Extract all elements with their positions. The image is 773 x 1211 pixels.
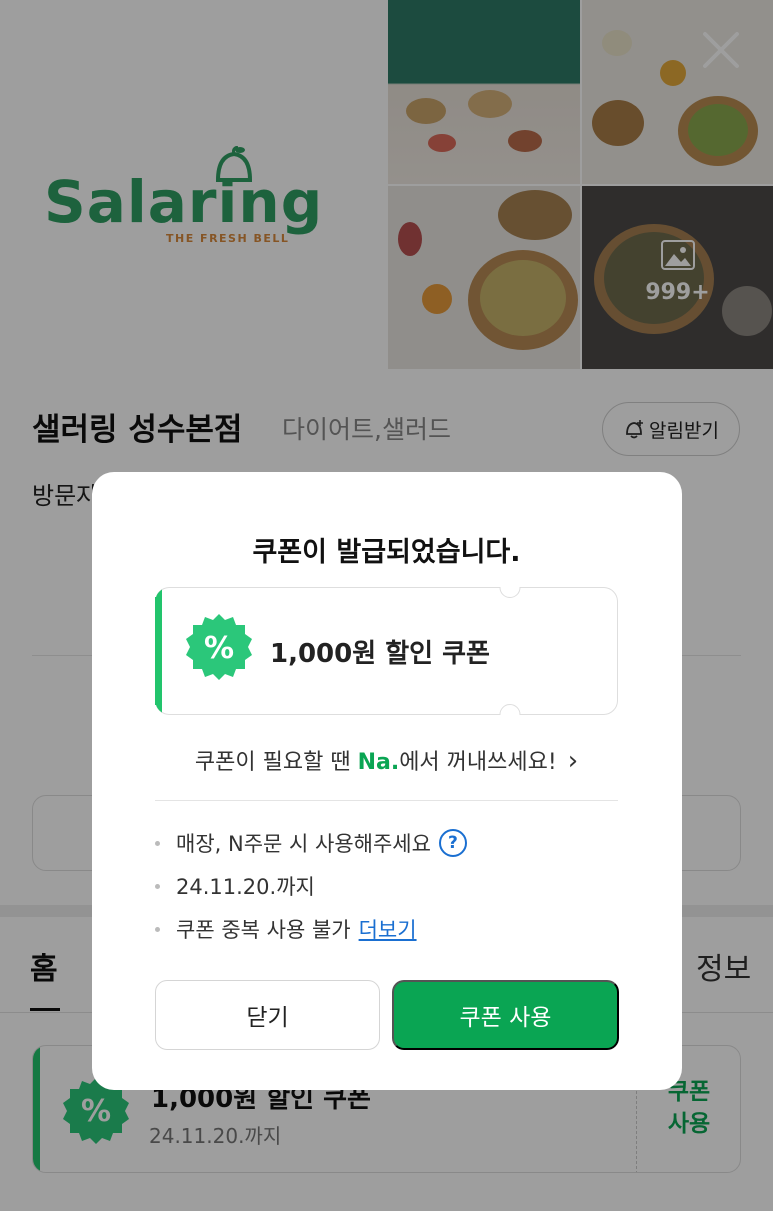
na-brand: Na.	[357, 750, 400, 775]
pull-suffix: 에서 꺼내쓰세요!	[399, 750, 557, 775]
bullet-dot	[155, 926, 160, 932]
modal-title: 쿠폰이 발급되었습니다.	[252, 537, 521, 568]
chevron-right-icon: ›	[567, 746, 579, 776]
naver-wallet-link[interactable]: 쿠폰이 필요할 땐 Na.에서 꺼내쓰세요! ›	[0, 744, 773, 776]
bullet-dot	[155, 883, 160, 889]
info-expiry-text: 24.11.20.까지	[176, 875, 315, 899]
coupon-label: 1,000원 할인 쿠폰	[270, 639, 490, 669]
info-duplicate-text: 쿠폰 중복 사용 불가	[176, 918, 351, 942]
modal-divider	[155, 800, 618, 801]
close-modal-button[interactable]: 닫기	[155, 980, 380, 1050]
bullet-dot	[155, 840, 160, 846]
help-question-icon[interactable]: ?	[438, 829, 467, 857]
badge-percent-text: %	[204, 631, 234, 666]
pull-prefix: 쿠폰이 필요할 땐	[194, 750, 358, 775]
info-expiry-row: 24.11.20.까지	[155, 871, 315, 901]
info-usage-row: 매장, N주문 시 사용해주세요 ?	[155, 828, 467, 858]
info-duplicate-row: 쿠폰 중복 사용 불가 더보기	[155, 914, 417, 944]
use-coupon-button[interactable]: 쿠폰 사용	[392, 980, 619, 1050]
more-link[interactable]: 더보기	[359, 914, 417, 944]
info-usage-text: 매장, N주문 시 사용해주세요	[176, 832, 431, 856]
